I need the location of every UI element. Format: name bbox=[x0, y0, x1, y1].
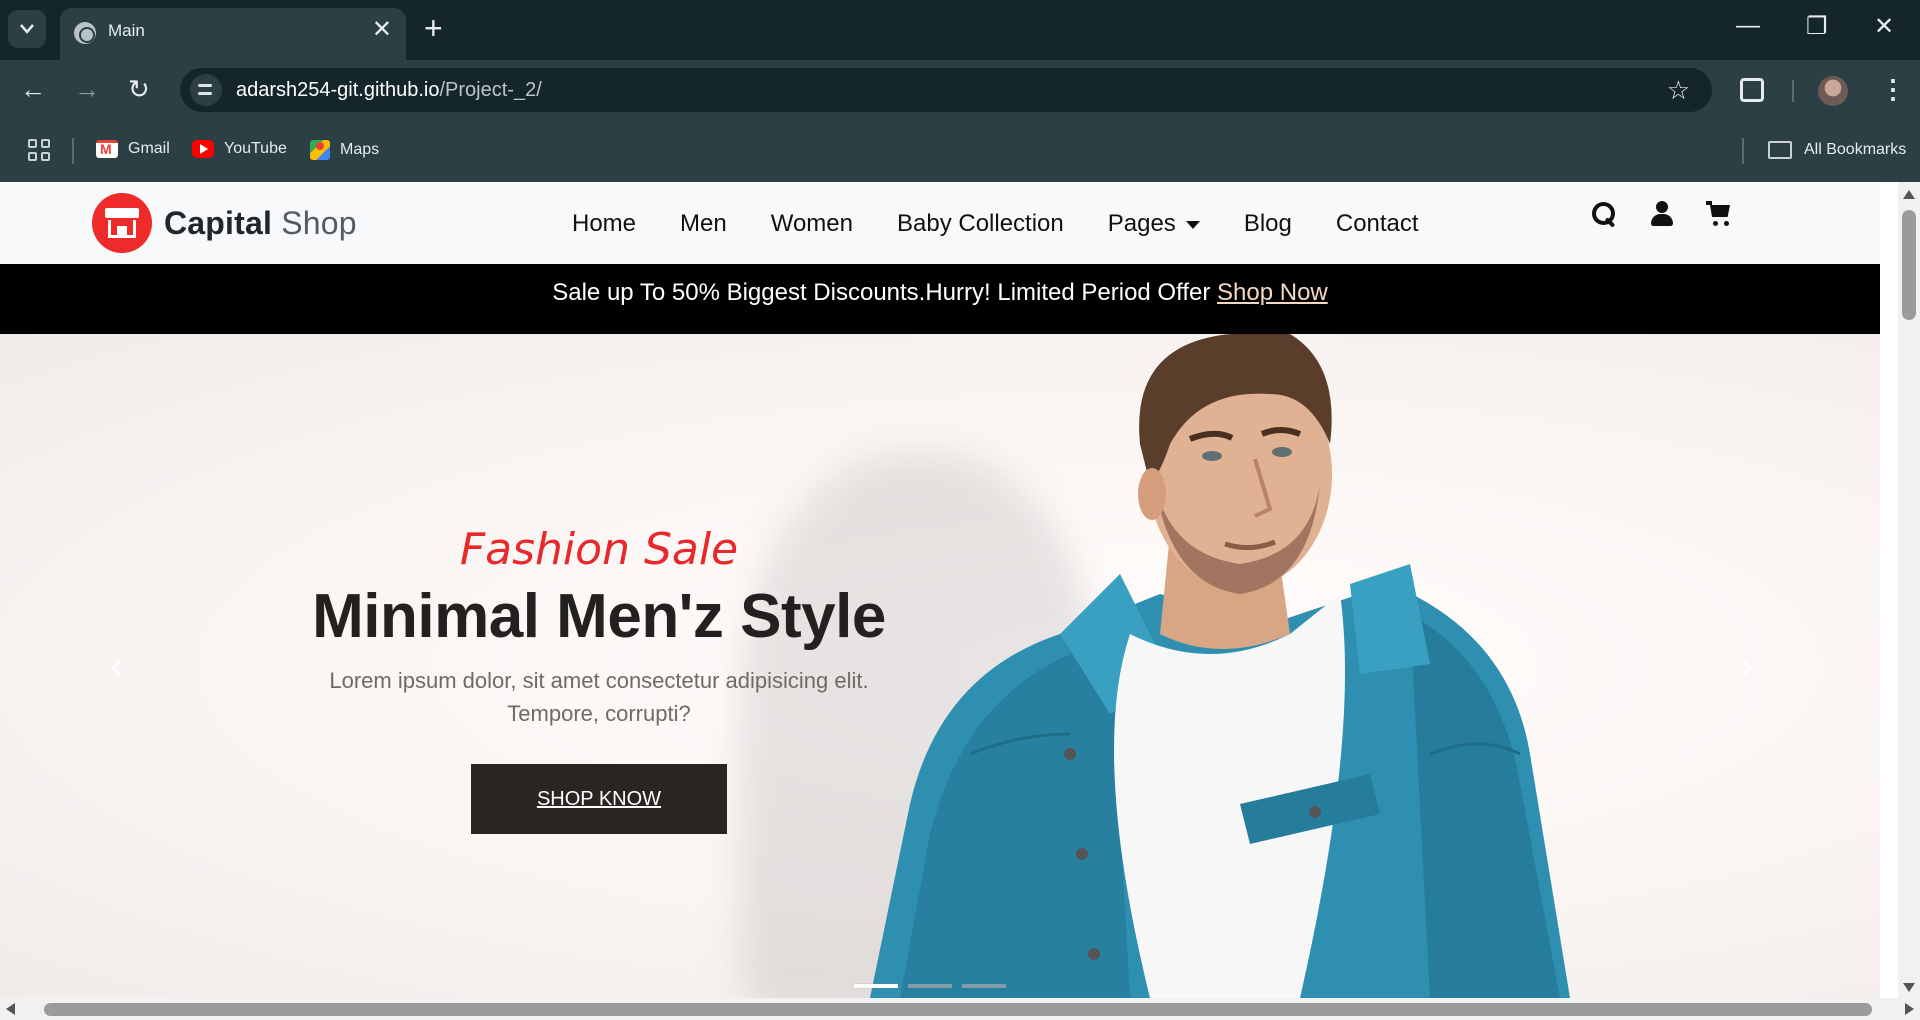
close-window-icon[interactable]: ✕ bbox=[1874, 12, 1894, 41]
bookmark-label: Gmail bbox=[128, 140, 170, 157]
close-tab-icon[interactable]: ✕ bbox=[372, 18, 392, 42]
bookmark-maps[interactable]: Maps bbox=[310, 140, 379, 160]
bookmark-star-icon[interactable]: ☆ bbox=[1667, 75, 1690, 106]
carousel-indicators bbox=[854, 984, 1006, 988]
forward-icon[interactable]: → bbox=[74, 74, 100, 104]
browser-toolbar: ← → ↻ adarsh254-git.github.io/Project-_2… bbox=[0, 60, 1920, 120]
carousel-indicator[interactable] bbox=[908, 984, 952, 988]
nav-contact[interactable]: Contact bbox=[1336, 210, 1419, 238]
carousel-next-icon[interactable]: › bbox=[1740, 644, 1753, 689]
apps-grid-icon[interactable] bbox=[28, 139, 50, 161]
gmail-icon bbox=[96, 140, 118, 158]
restore-icon[interactable]: ❐ bbox=[1806, 12, 1828, 41]
shop-know-button[interactable]: SHOP KNOW bbox=[471, 764, 727, 834]
scroll-left-icon[interactable] bbox=[6, 1003, 15, 1015]
toolbar-divider bbox=[1792, 80, 1794, 102]
nav-blog[interactable]: Blog bbox=[1244, 210, 1292, 238]
site-info-icon[interactable] bbox=[190, 74, 222, 106]
bookmarks-divider bbox=[72, 138, 74, 164]
address-bar[interactable]: adarsh254-git.github.io/Project-_2/ ☆ bbox=[180, 68, 1712, 112]
scroll-right-icon[interactable] bbox=[1905, 1003, 1914, 1015]
bookmark-youtube[interactable]: YouTube bbox=[192, 140, 287, 158]
bookmark-gmail[interactable]: Gmail bbox=[96, 140, 170, 158]
bookmark-label: Maps bbox=[340, 141, 380, 158]
site-logo[interactable]: Capital Shop bbox=[92, 193, 357, 253]
minimize-icon[interactable]: — bbox=[1736, 12, 1760, 40]
all-bookmarks-button[interactable]: All Bookmarks bbox=[1804, 141, 1906, 159]
hero-carousel: ‹ › Fashion Sale Minimal Men'z Style Lor… bbox=[0, 334, 1880, 998]
scrollbar-thumb[interactable] bbox=[1902, 210, 1916, 320]
user-icon[interactable] bbox=[1648, 200, 1676, 228]
youtube-icon bbox=[192, 140, 214, 158]
caret-down-icon bbox=[1185, 221, 1200, 229]
nav-women[interactable]: Women bbox=[771, 210, 853, 238]
back-icon[interactable]: ← bbox=[20, 74, 46, 104]
bookmarks-divider bbox=[1742, 138, 1744, 164]
tab-search-button[interactable] bbox=[8, 10, 46, 48]
hero-kicker: Fashion Sale bbox=[459, 524, 739, 575]
carousel-indicator[interactable] bbox=[854, 984, 898, 988]
search-icon[interactable] bbox=[1590, 200, 1618, 228]
page-viewport: Capital Shop Home Men Women Baby Collect… bbox=[0, 182, 1880, 998]
hero-caption: Fashion Sale Minimal Men'z Style Lorem i… bbox=[220, 524, 978, 834]
url-text[interactable]: adarsh254-git.github.io/Project-_2/ bbox=[236, 79, 542, 102]
main-nav: Home Men Women Baby Collection Pages Blo… bbox=[572, 210, 1463, 238]
nav-icons bbox=[1590, 200, 1734, 228]
hero-title: Minimal Men'z Style bbox=[312, 582, 886, 651]
vertical-scrollbar[interactable] bbox=[1898, 182, 1920, 998]
nav-men[interactable]: Men bbox=[680, 210, 727, 238]
scroll-up-icon[interactable] bbox=[1903, 190, 1915, 199]
browser-tabstrip: Main ✕ + — ❐ ✕ bbox=[0, 0, 1920, 60]
nav-home[interactable]: Home bbox=[572, 210, 636, 238]
logo-text: Capital Shop bbox=[164, 204, 357, 241]
nav-pages-dropdown[interactable]: Pages bbox=[1108, 210, 1200, 238]
profile-avatar[interactable] bbox=[1818, 76, 1848, 106]
promo-text: Sale up To 50% Biggest Discounts.Hurry! … bbox=[552, 279, 1328, 306]
tab-title: Main bbox=[108, 21, 145, 40]
folder-icon[interactable] bbox=[1768, 141, 1792, 159]
hero-description: Lorem ipsum dolor, sit amet consectetur … bbox=[329, 668, 869, 726]
shop-now-link[interactable]: Shop Now bbox=[1217, 279, 1328, 306]
browser-menu-icon[interactable]: ⋮ bbox=[1880, 74, 1906, 105]
carousel-prev-icon[interactable]: ‹ bbox=[110, 644, 123, 689]
maps-icon bbox=[310, 140, 330, 160]
scroll-down-icon[interactable] bbox=[1903, 983, 1915, 992]
new-tab-button[interactable]: + bbox=[424, 10, 443, 46]
globe-icon bbox=[74, 22, 96, 44]
store-icon bbox=[92, 193, 152, 253]
chevron-down-icon bbox=[20, 24, 34, 34]
bookmark-label: YouTube bbox=[224, 140, 287, 157]
extensions-icon[interactable] bbox=[1740, 78, 1764, 102]
scrollbar-thumb[interactable] bbox=[44, 1003, 1872, 1016]
cart-icon[interactable] bbox=[1706, 200, 1734, 228]
browser-tab[interactable]: Main ✕ bbox=[60, 8, 406, 60]
reload-icon[interactable]: ↻ bbox=[128, 74, 150, 104]
hero-model-image bbox=[870, 334, 1570, 998]
horizontal-scrollbar[interactable] bbox=[0, 998, 1920, 1020]
promo-banner: Sale up To 50% Biggest Discounts.Hurry! … bbox=[0, 264, 1880, 334]
carousel-indicator[interactable] bbox=[962, 984, 1006, 988]
bookmarks-bar: Gmail YouTube Maps All Bookmarks bbox=[0, 120, 1920, 182]
nav-baby-collection[interactable]: Baby Collection bbox=[897, 210, 1064, 238]
site-navbar: Capital Shop Home Men Women Baby Collect… bbox=[0, 182, 1880, 264]
